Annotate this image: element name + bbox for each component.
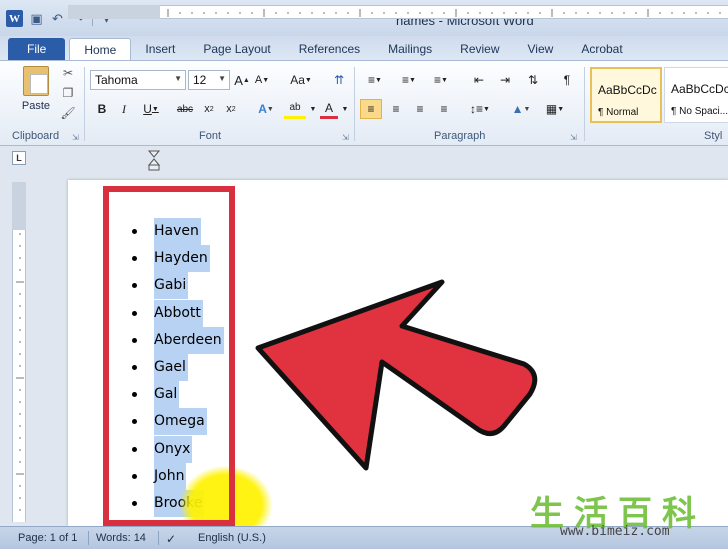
tab-mailings[interactable]: Mailings: [374, 38, 446, 60]
change-case-label: Aa: [290, 73, 305, 87]
underline-icon[interactable]: U ▼: [140, 99, 162, 119]
align-left-icon[interactable]: ≡: [360, 99, 382, 119]
decrease-indent-icon[interactable]: ⇤: [470, 70, 488, 90]
status-separator: [88, 531, 89, 545]
text-effects-icon[interactable]: A ▼: [254, 99, 278, 119]
font-name-box[interactable]: Tahoma ▼: [90, 70, 186, 90]
style-name: ¶ Normal: [598, 107, 639, 118]
bullets-icon[interactable]: ≡ ▼: [362, 70, 388, 90]
justify-icon[interactable]: ≡: [434, 99, 454, 119]
line-spacing-icon[interactable]: ↕≡ ▼: [466, 99, 494, 119]
styles-group-label: Styl: [704, 130, 723, 142]
grow-font-icon[interactable]: A ▲: [234, 70, 250, 90]
clear-formatting-icon[interactable]: ⇈: [330, 70, 348, 90]
highlight-icon[interactable]: ab: [284, 99, 306, 119]
styles-gallery: AaBbCcDc ¶ Normal AaBbCcDc ¶ No Spaci...: [588, 65, 728, 125]
chevron-down-icon: ▼: [218, 74, 226, 83]
bold-icon[interactable]: B: [94, 99, 110, 119]
style-normal[interactable]: AaBbCcDc ¶ Normal: [590, 67, 662, 123]
shrink-font-icon[interactable]: A ▼: [254, 70, 270, 90]
paste-label: Paste: [21, 100, 51, 112]
tab-review[interactable]: Review: [446, 38, 513, 60]
annotation-red-box: [103, 186, 235, 526]
ruler-top-margin: [12, 182, 26, 230]
vertical-ruler[interactable]: [12, 182, 26, 522]
subscript-icon[interactable]: x2: [200, 99, 218, 119]
group-separator: [84, 67, 85, 141]
tab-home[interactable]: Home: [69, 38, 132, 60]
font-group-label: Font: [199, 130, 222, 142]
align-right-icon[interactable]: ≡: [410, 99, 430, 119]
shading-icon[interactable]: ▲ ▼: [506, 99, 536, 119]
multilevel-list-icon[interactable]: ≡ ▼: [428, 70, 454, 90]
borders-icon[interactable]: ▦ ▼: [540, 99, 570, 119]
proofing-icon[interactable]: ✓: [166, 532, 176, 546]
show-formatting-icon[interactable]: ¶: [558, 70, 576, 90]
tab-view[interactable]: View: [514, 38, 568, 60]
ribbon-tabs: File Home Insert Page Layout References …: [0, 36, 728, 60]
clipboard-group-label: Clipboard: [12, 130, 60, 142]
paste-button[interactable]: Paste: [14, 64, 58, 126]
tab-page-layout[interactable]: Page Layout: [189, 38, 284, 60]
font-size-value: 12: [193, 73, 207, 87]
style-preview: AaBbCcDc: [598, 83, 657, 97]
ruler-left-margin: [68, 5, 160, 19]
style-name: ¶ No Spaci...: [671, 106, 728, 117]
status-separator: [158, 531, 159, 545]
clipboard-launcher-icon[interactable]: ⇲: [72, 133, 79, 142]
tab-references[interactable]: References: [285, 38, 374, 60]
numbering-icon[interactable]: ≡ ▼: [396, 70, 422, 90]
paragraph-launcher-icon[interactable]: ⇲: [570, 133, 577, 142]
format-painter-icon[interactable]: 🖌: [60, 105, 76, 121]
ribbon: Paste ✂ ❐ 🖌 Clipboard ⇲ Tahoma ▼ 12 ▼ A ▲…: [0, 60, 728, 146]
change-case-button[interactable]: Aa ▼: [288, 70, 314, 90]
increase-indent-icon[interactable]: ⇥: [496, 70, 514, 90]
undo-icon[interactable]: ↶: [50, 11, 65, 26]
superscript-icon[interactable]: x2: [222, 99, 240, 119]
language-status[interactable]: English (U.S.): [198, 532, 266, 544]
italic-icon[interactable]: I: [116, 99, 132, 119]
tab-selector[interactable]: L: [12, 151, 26, 165]
chevron-down-icon[interactable]: ▼: [308, 99, 318, 119]
font-name-value: Tahoma: [95, 73, 138, 87]
copy-icon[interactable]: ❐: [60, 85, 76, 101]
align-center-icon[interactable]: ≡: [386, 99, 406, 119]
ruler-row: L: [0, 146, 728, 168]
chevron-down-icon: ▼: [174, 74, 182, 83]
word-logo-icon[interactable]: W: [6, 10, 23, 27]
tab-insert[interactable]: Insert: [131, 38, 189, 60]
indent-marker-icon[interactable]: [148, 150, 160, 172]
group-separator: [584, 67, 585, 141]
tab-file[interactable]: File: [8, 38, 66, 60]
annotation-arrow-icon: [255, 279, 538, 471]
save-icon[interactable]: ▣: [29, 11, 44, 26]
page-count[interactable]: Page: 1 of 1: [18, 532, 77, 544]
group-separator: [354, 67, 355, 141]
tab-acrobat[interactable]: Acrobat: [567, 38, 636, 60]
font-size-box[interactable]: 12 ▼: [188, 70, 230, 90]
chevron-down-icon[interactable]: ▼: [340, 99, 350, 119]
style-preview: AaBbCcDc: [671, 82, 728, 96]
cut-icon[interactable]: ✂: [60, 65, 76, 81]
watermark-url: www.bimeiz.com: [560, 524, 670, 539]
sort-icon[interactable]: ⇅: [524, 70, 542, 90]
strikethrough-icon[interactable]: abc: [174, 99, 196, 119]
font-launcher-icon[interactable]: ⇲: [342, 133, 349, 142]
ruler-ticks: [71, 9, 721, 17]
ruler-ticks: [16, 185, 24, 511]
paste-icon: [23, 66, 49, 96]
word-count[interactable]: Words: 14: [96, 532, 146, 544]
font-color-icon[interactable]: A: [320, 99, 338, 119]
horizontal-ruler[interactable]: [68, 5, 728, 19]
paragraph-group-label: Paragraph: [434, 130, 486, 142]
style-no-spacing[interactable]: AaBbCcDc ¶ No Spaci...: [664, 67, 728, 123]
